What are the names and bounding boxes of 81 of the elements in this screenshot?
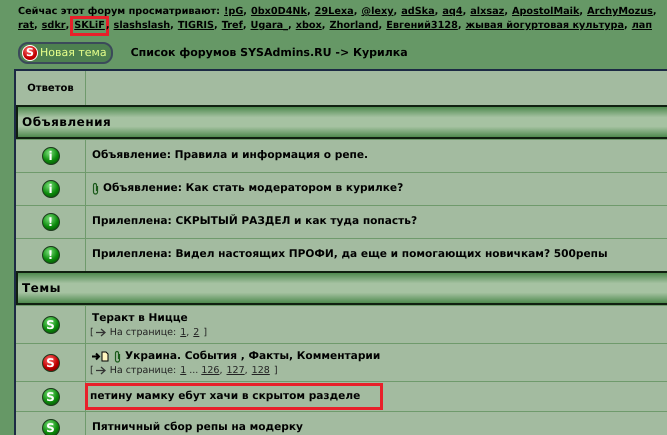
bracket: [: [90, 364, 94, 376]
topic-title-link[interactable]: Прилеплена: СКРЫТЫЙ РАЗДЕЛ и как туда попасть?: [92, 214, 418, 230]
user-link[interactable]: sdkr: [42, 19, 66, 33]
user-link[interactable]: жывая йогуртовая культура: [466, 19, 624, 33]
user-link[interactable]: alxsaz: [470, 5, 504, 19]
info-icon: i: [42, 147, 60, 165]
topic-title-link[interactable]: Пятничный сбор репы на модерку: [92, 420, 303, 435]
topic-title-link[interactable]: Теракт в Ницце: [92, 310, 188, 326]
user-link[interactable]: 0bx0D4Nk: [250, 5, 307, 19]
page-link[interactable]: 2: [193, 326, 200, 338]
separator: ,: [219, 364, 222, 376]
user-link[interactable]: SKLiF: [73, 19, 106, 33]
user-link[interactable]: Ugara_: [250, 19, 288, 33]
separator: ,: [394, 5, 398, 19]
user-link[interactable]: Евгений3128: [386, 19, 458, 33]
topic-icon: S: [42, 354, 60, 372]
separator: ,: [462, 5, 466, 19]
separator: ,: [106, 19, 110, 33]
section-header: Темы: [16, 271, 667, 305]
bracket: ]: [274, 364, 278, 376]
pages-label: На странице:: [110, 326, 176, 338]
user-link[interactable]: ApostolMaik: [512, 5, 580, 19]
separator: ,: [458, 19, 462, 33]
separator: ,: [354, 5, 358, 19]
user-link[interactable]: Zhorland: [329, 19, 379, 33]
viewers-label: Сейчас этот форум просматривают:: [18, 5, 220, 19]
exclamation-icon: !: [42, 213, 60, 231]
arrow-icon: [96, 328, 108, 337]
user-link[interactable]: Tref: [222, 19, 243, 33]
user-link[interactable]: @lexy: [361, 5, 394, 19]
user-link[interactable]: лап: [632, 19, 652, 33]
user-link[interactable]: xbox: [296, 19, 322, 33]
topic-title-link[interactable]: Объявление: Правила и информация о репе.: [92, 148, 368, 164]
separator: ,: [288, 19, 292, 33]
separator: ,: [186, 326, 190, 338]
topic-title-link[interactable]: Украина. События , Факты, Комментарии: [125, 348, 380, 364]
user-link[interactable]: TIGRIS: [178, 19, 214, 33]
exclamation-icon: !: [42, 246, 60, 264]
user-link[interactable]: slashslash: [114, 19, 170, 33]
breadcrumb[interactable]: Список форумов SYSAdmins.RU -> Курилка: [130, 44, 408, 62]
topic-title-link[interactable]: Объявление: Как стать модератором в курилке?: [103, 181, 404, 197]
separator: ,: [214, 19, 218, 33]
separator: ,: [624, 19, 628, 33]
user-link[interactable]: rat: [18, 19, 34, 33]
user-link[interactable]: ArchyMozus: [587, 5, 653, 19]
page-link[interactable]: 1: [180, 364, 186, 376]
page-link[interactable]: 126: [201, 364, 220, 376]
topic-title-link[interactable]: петину мамку ебут хачи в скрытом разделе: [90, 388, 360, 404]
page-link[interactable]: 1: [180, 326, 186, 338]
separator: ,: [243, 5, 247, 19]
bracket: ]: [203, 326, 208, 338]
separator: ,: [322, 19, 326, 33]
separator: ,: [504, 5, 508, 19]
user-link[interactable]: aq4: [442, 5, 463, 19]
arrow-icon: [96, 366, 108, 375]
separator: ,: [34, 19, 38, 33]
separator: ,: [434, 5, 438, 19]
section-header: Объявления: [16, 105, 667, 139]
bracket: [: [90, 326, 94, 338]
topic-title-link[interactable]: Прилеплена: Видел настоящих ПРОФИ, да еще и помогающих новичкам? 500репы: [92, 247, 608, 263]
pages-label: На странице:: [110, 364, 176, 376]
topic-icon: S: [42, 316, 60, 334]
separator: ,: [652, 5, 657, 19]
separator: ,: [244, 364, 248, 376]
page-link[interactable]: 127: [226, 364, 245, 376]
separator: ,: [378, 19, 382, 33]
separator: ,: [306, 5, 311, 19]
separator: ,: [579, 5, 584, 19]
info-icon: i: [42, 180, 60, 198]
s-logo-icon: S: [22, 45, 38, 61]
separator: ,: [242, 19, 247, 33]
topic-icon: S: [42, 419, 60, 435]
separator: ,: [170, 19, 174, 33]
page-gap: ...: [189, 364, 198, 376]
user-link[interactable]: !pG: [224, 5, 244, 19]
topic-icon: S: [42, 388, 60, 406]
separator: ,: [66, 19, 70, 33]
user-link[interactable]: adSka: [401, 5, 435, 19]
page-link[interactable]: 128: [252, 364, 270, 376]
user-link[interactable]: 29Lexa: [314, 5, 354, 19]
new-topic-button[interactable]: S Новая тема: [18, 42, 113, 64]
